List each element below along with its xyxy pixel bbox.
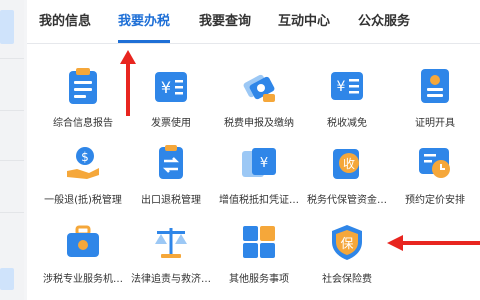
service-tile-tax-declare[interactable]: 税费申报及缴纳 (212, 66, 304, 136)
vat-voucher-icon: ¥ (239, 143, 279, 183)
service-label: 其他服务事项 (229, 274, 289, 285)
service-label: 涉税专业服务机… (43, 274, 123, 285)
refund-hand-icon: $ (63, 143, 103, 183)
service-label: 增值税抵扣凭证… (219, 195, 299, 206)
custody-fund-icon: 收 (327, 143, 367, 183)
sidebar-item[interactable] (0, 268, 14, 290)
report-clipboard-icon (63, 66, 103, 106)
main-panel: 我的信息 我要办税 我要查询 互动中心 公众服务 综合信息报告 ¥ 发票使用 税… (27, 0, 480, 300)
service-label: 出口退税管理 (141, 195, 201, 206)
export-refund-icon (151, 143, 191, 183)
service-tile-comprehensive-report[interactable]: 综合信息报告 (36, 66, 128, 136)
certificate-icon (415, 66, 455, 106)
invoice-yen-icon: ¥ (151, 66, 191, 106)
service-label: 法律追责与救济… (131, 274, 211, 285)
sidebar-divider (0, 160, 24, 161)
service-label: 税务代保管资金… (307, 195, 387, 206)
service-tile-tax-relief[interactable]: ¥ 税收减免 (300, 66, 392, 136)
service-label: 一般退(抵)税管理 (44, 195, 122, 206)
tab-interaction-center[interactable]: 互动中心 (278, 12, 330, 42)
tab-my-info[interactable]: 我的信息 (39, 12, 91, 42)
sidebar-divider (0, 58, 24, 59)
service-tile-export-refund[interactable]: 出口退税管理 (124, 143, 216, 213)
service-label: 发票使用 (151, 118, 191, 129)
briefcase-icon (63, 222, 103, 262)
annotation-arrow-left (387, 235, 480, 251)
svg-text:收: 收 (343, 157, 355, 171)
insurance-shield-icon: 保 (327, 222, 367, 262)
svg-text:¥: ¥ (161, 78, 171, 97)
service-tile-pricing-arrangement[interactable]: 预约定价安排 (388, 143, 480, 213)
scales-icon (151, 222, 191, 262)
tax-declare-icon (239, 66, 279, 106)
service-tile-vat-voucher[interactable]: ¥ 增值税抵扣凭证… (212, 143, 304, 213)
grid-icon (239, 222, 279, 262)
sidebar-divider (0, 212, 24, 213)
svg-text:¥: ¥ (337, 79, 346, 95)
pricing-arrangement-icon (415, 143, 455, 183)
svg-text:¥: ¥ (260, 156, 268, 171)
service-label: 税收减免 (327, 118, 367, 129)
service-tile-other-services[interactable]: 其他服务事项 (212, 222, 304, 292)
service-tile-professional-service[interactable]: 涉税专业服务机… (36, 222, 128, 292)
service-label: 预约定价安排 (405, 195, 465, 206)
left-sidebar (0, 0, 24, 300)
svg-text:$: $ (81, 150, 89, 164)
service-tile-certificate[interactable]: 证明开具 (388, 66, 480, 136)
annotation-arrow-up (120, 50, 136, 116)
service-tile-social-insurance[interactable]: 保 社会保险费 (300, 222, 392, 292)
service-label: 税费申报及缴纳 (224, 118, 294, 129)
tab-bar: 我的信息 我要办税 我要查询 互动中心 公众服务 (27, 0, 480, 44)
tax-relief-icon: ¥ (327, 66, 367, 106)
service-label: 社会保险费 (322, 274, 372, 285)
tab-public-service[interactable]: 公众服务 (358, 12, 410, 42)
sidebar-divider (0, 110, 24, 111)
service-tile-custody-fund[interactable]: 收 税务代保管资金… (300, 143, 392, 213)
tab-query[interactable]: 我要查询 (199, 12, 251, 42)
svg-text:保: 保 (340, 237, 353, 252)
service-tile-general-refund[interactable]: $ 一般退(抵)税管理 (36, 143, 128, 213)
service-tile-legal-remedy[interactable]: 法律追责与救济… (124, 222, 216, 292)
service-label: 证明开具 (415, 118, 455, 129)
sidebar-active-item[interactable] (0, 10, 14, 44)
tab-tax-handling[interactable]: 我要办税 (118, 12, 171, 43)
service-label: 综合信息报告 (53, 118, 113, 129)
